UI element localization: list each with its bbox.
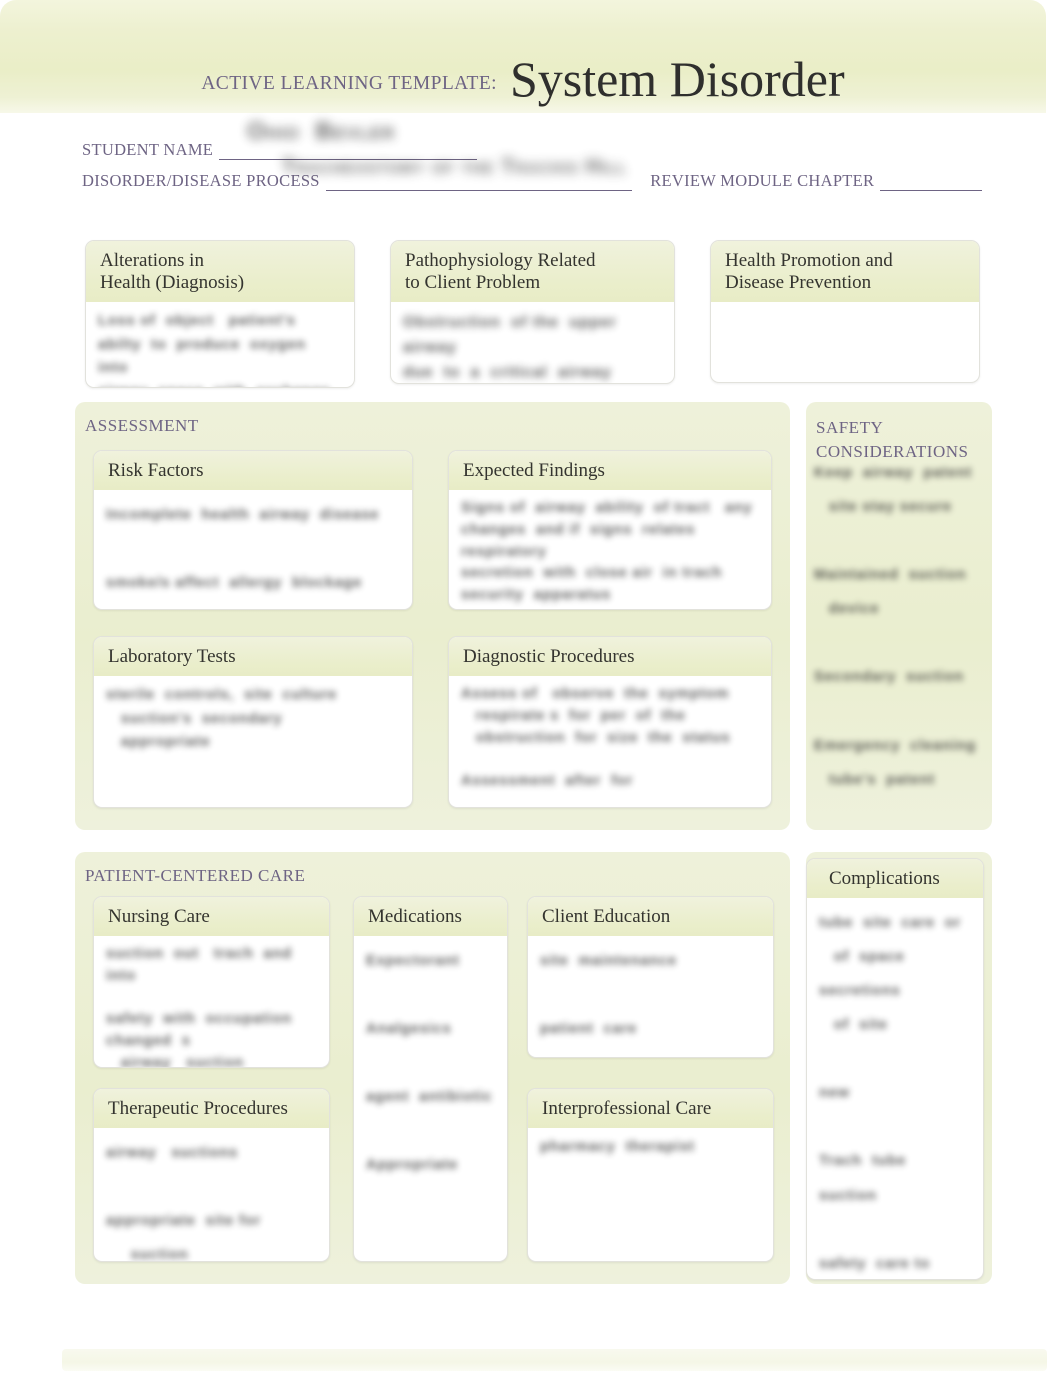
meta-fields: STUDENT NAME Ohio Bevler DISORDER/DISEAS…	[82, 118, 982, 202]
medications-body[interactable]: Expectorant Analgesics agent antibiotic …	[354, 936, 507, 1190]
alterations-in-health-body[interactable]: Loss of object patient's abilty to produ…	[86, 302, 354, 387]
diagnostic-procedures-title: Diagnostic Procedures	[449, 637, 771, 677]
disorder-process-label: DISORDER/DISEASE PROCESS	[82, 171, 320, 190]
template-kicker-label: ACTIVE LEARNING TEMPLATE:	[201, 73, 497, 94]
safety-considerations-body[interactable]: Keep airway patent site stay secure Main…	[814, 456, 992, 797]
therapeutic-procedures-handwriting: airway suctions appropriate site for suc…	[106, 1145, 262, 1262]
client-education-title: Client Education	[528, 897, 773, 937]
expected-findings-body[interactable]: Signs of airway ability of tract any cha…	[449, 490, 771, 609]
laboratory-tests-title: Laboratory Tests	[94, 637, 412, 677]
risk-factors-title: Risk Factors	[94, 451, 412, 491]
health-promotion-body[interactable]	[711, 302, 979, 318]
therapeutic-procedures-title: Therapeutic Procedures	[94, 1089, 329, 1129]
student-name-handwriting: Ohio Bevler	[247, 118, 396, 145]
risk-factors-body[interactable]: Incomplete health airway disease smoke/s…	[94, 490, 412, 608]
therapeutic-procedures-card: Therapeutic Procedures airway suctions a…	[93, 1088, 330, 1262]
interprofessional-care-handwriting: pharmacy therapist	[540, 1139, 695, 1156]
client-education-card: Client Education site maintenance patien…	[527, 896, 774, 1058]
alterations-in-health-title: Alterations in Health (Diagnosis)	[86, 241, 354, 303]
laboratory-tests-handwriting: sterile controls, site culture suction's…	[106, 687, 338, 750]
review-module-chapter-input[interactable]	[880, 176, 982, 191]
safety-considerations-handwriting: Keep airway patent site stay secure Main…	[814, 465, 977, 788]
pathophysiology-body[interactable]: Obstruction of the upper airway due to a…	[391, 302, 674, 383]
pathophysiology-title: Pathophysiology Related to Client Proble…	[391, 241, 674, 303]
therapeutic-procedures-body[interactable]: airway suctions appropriate site for suc…	[94, 1128, 329, 1262]
alterations-in-health-card: Alterations in Health (Diagnosis) Loss o…	[85, 240, 355, 388]
medications-card: Medications Expectorant Analgesics agent…	[353, 896, 508, 1262]
risk-factors-handwriting: Incomplete health airway disease smoke/s…	[106, 507, 380, 592]
interprofessional-care-title: Interprofessional Care	[528, 1089, 773, 1129]
student-name-label: STUDENT NAME	[82, 140, 214, 159]
laboratory-tests-body[interactable]: sterile controls, site culture suction's…	[94, 676, 412, 762]
disorder-process-row: DISORDER/DISEASE PROCESS Tracheostomy of…	[82, 155, 982, 191]
review-module-chapter-label: REVIEW MODULE CHAPTER	[650, 171, 875, 190]
page-title: System Disorder	[509, 51, 845, 107]
nursing-care-title: Nursing Care	[94, 897, 329, 937]
student-name-input[interactable]	[219, 145, 478, 160]
medications-title: Medications	[354, 897, 507, 937]
footer-strip	[62, 1349, 1047, 1371]
disorder-process-input[interactable]	[325, 176, 633, 191]
health-promotion-title: Health Promotion and Disease Prevention	[711, 241, 979, 303]
patient-centered-care-title: PATIENT-CENTERED CARE	[85, 866, 306, 885]
expected-findings-title: Expected Findings	[449, 451, 771, 491]
complications-title: Complications	[807, 859, 983, 899]
complications-handwriting: tube site care or of space secretions of…	[819, 915, 962, 1272]
health-promotion-card: Health Promotion and Disease Prevention	[710, 240, 980, 383]
diagnostic-procedures-handwriting: Assess of observe the symptom respirate …	[461, 686, 731, 790]
header-band: ACTIVE LEARNING TEMPLATE: System Disorde…	[0, 0, 1046, 113]
nursing-care-body[interactable]: suction out trach and into safety with o…	[94, 936, 329, 1068]
pathophysiology-card: Pathophysiology Related to Client Proble…	[390, 240, 675, 384]
interprofessional-care-card: Interprofessional Care pharmacy therapis…	[527, 1088, 774, 1262]
diagnostic-procedures-card: Diagnostic Procedures Assess of observe …	[448, 636, 772, 808]
diagnostic-procedures-body[interactable]: Assess of observe the symptom respirate …	[449, 676, 771, 801]
nursing-care-card: Nursing Care suction out trach and into …	[93, 896, 330, 1068]
risk-factors-card: Risk Factors Incomplete health airway di…	[93, 450, 413, 610]
client-education-handwriting: site maintenance patient care	[540, 953, 677, 1038]
client-education-body[interactable]: site maintenance patient care	[528, 936, 773, 1054]
expected-findings-handwriting: Signs of airway ability of tract any cha…	[461, 500, 753, 604]
nursing-care-handwriting: suction out trach and into safety with o…	[106, 946, 293, 1068]
medications-handwriting: Expectorant Analgesics agent antibiotic …	[366, 953, 493, 1174]
complications-body[interactable]: tube site care or of space secretions of…	[807, 898, 983, 1279]
expected-findings-card: Expected Findings Signs of airway abilit…	[448, 450, 772, 610]
student-name-row: STUDENT NAME Ohio Bevler	[82, 118, 982, 160]
complications-card: Complications tube site care or of space…	[806, 858, 984, 1280]
pathophysiology-handwriting: Obstruction of the upper airway due to a…	[403, 314, 617, 382]
header-title-group: ACTIVE LEARNING TEMPLATE: System Disorde…	[0, 0, 1046, 113]
alterations-in-health-handwriting: Loss of object patient's abilty to produ…	[98, 313, 330, 387]
laboratory-tests-card: Laboratory Tests sterile controls, site …	[93, 636, 413, 808]
interprofessional-care-body[interactable]: pharmacy therapist	[528, 1128, 773, 1167]
assessment-section-title: ASSESSMENT	[85, 416, 199, 435]
